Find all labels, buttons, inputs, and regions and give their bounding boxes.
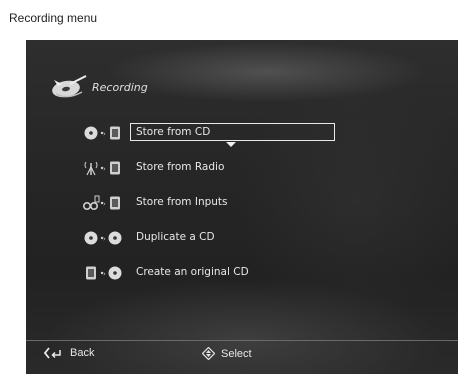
menu-item-label: Create an original CD: [136, 266, 249, 278]
recording-screen: Recording › Store from CD › Store from R…: [26, 40, 458, 374]
down-arrow-icon: [226, 142, 236, 147]
row-icons: ›: [84, 231, 122, 245]
menu-item-store-from-radio[interactable]: › Store from Radio: [26, 157, 458, 179]
menu-item-label: Duplicate a CD: [136, 231, 215, 243]
row-icons: ›: [82, 195, 120, 211]
row-icons: ›: [86, 266, 122, 280]
recording-icon: [52, 75, 87, 98]
back-label: Back: [70, 347, 95, 359]
inputs-icon: [82, 195, 100, 211]
svg-text:›: ›: [103, 235, 106, 243]
cd-icon: [108, 266, 122, 280]
row-icons: ›: [84, 161, 120, 176]
menu-item-label: Store from Radio: [136, 161, 225, 173]
footer-bar: Back Select: [26, 344, 458, 366]
svg-text:›: ›: [103, 200, 106, 208]
screen-title: Recording: [92, 80, 148, 94]
page: Recording menu Recording › Store from CD…: [0, 0, 458, 378]
menu-item-label: Store from Inputs: [136, 196, 228, 208]
footer-divider: [26, 340, 458, 341]
hdd-icon: [110, 196, 120, 210]
svg-text:›: ›: [103, 165, 106, 173]
screen-header: Recording: [48, 74, 148, 100]
menu-item-store-from-cd[interactable]: › Store from CD: [26, 122, 458, 147]
radio-icon: [84, 161, 98, 176]
select-label: Select: [221, 347, 252, 360]
back-button[interactable]: Back: [44, 347, 94, 359]
svg-text:›: ›: [103, 130, 106, 138]
hdd-icon: [110, 126, 120, 140]
menu-item-label: Store from CD: [136, 126, 211, 138]
hdd-icon: [86, 266, 96, 280]
menu-item-duplicate-cd[interactable]: › Duplicate a CD: [26, 227, 458, 249]
menu-item-create-original-cd[interactable]: › Create an original CD: [26, 262, 458, 284]
select-button[interactable]: Select: [202, 347, 252, 360]
figure-caption: Recording menu: [9, 11, 98, 25]
cd-icon: [84, 231, 98, 245]
hdd-icon: [110, 161, 120, 175]
navigate-select-icon: [202, 347, 215, 360]
back-icon: [44, 347, 61, 359]
svg-text:›: ›: [103, 270, 106, 278]
menu-item-store-from-inputs[interactable]: › Store from Inputs: [26, 192, 458, 214]
cd-icon: [108, 231, 122, 245]
cd-icon: [84, 126, 98, 140]
row-icons: ›: [84, 126, 120, 140]
